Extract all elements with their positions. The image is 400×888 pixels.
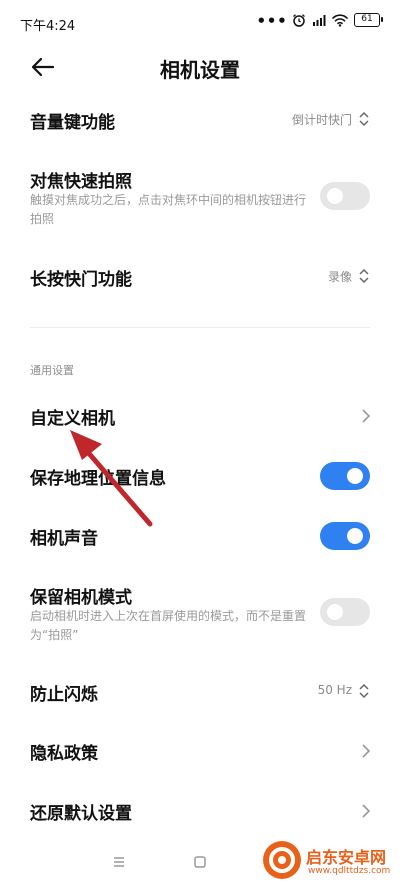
setting-custom-camera[interactable]: 自定义相机 <box>0 394 400 438</box>
chevron-right-icon <box>362 804 370 818</box>
setting-label: 隐私政策 <box>30 744 98 764</box>
setting-long-press-shutter[interactable]: 长按快门功能 录像 <box>0 255 400 299</box>
updown-chevron-icon <box>359 111 369 127</box>
alarm-icon <box>293 14 305 27</box>
setting-privacy-policy[interactable]: 隐私政策 <box>0 729 400 773</box>
setting-restore-defaults[interactable]: 还原默认设置 <box>0 789 400 833</box>
status-bar: 下午4:24 ● ● ● 61 <box>0 0 400 44</box>
save-location-toggle[interactable] <box>320 462 370 490</box>
setting-camera-sound[interactable]: 相机声音 <box>0 514 400 558</box>
setting-save-location[interactable]: 保存地理位置信息 <box>0 454 400 498</box>
section-divider <box>30 327 370 328</box>
setting-volume-key[interactable]: 音量键功能 倒计时快门 <box>0 96 400 142</box>
focus-shoot-toggle[interactable] <box>320 182 370 210</box>
setting-description: 启动相机时进入上次在首屏使用的模式，而不是重置为“拍照” <box>30 609 307 642</box>
header: 相机设置 <box>0 44 400 88</box>
setting-label: 保存地理位置信息 <box>30 469 166 489</box>
toggle-knob <box>327 604 343 620</box>
section-label-general: 通用设置 <box>30 364 74 377</box>
setting-keep-camera-mode[interactable]: 保留相机模式 启动相机时进入上次在首屏使用的模式，而不是重置为“拍照” <box>0 578 400 650</box>
setting-label: 防止闪烁 <box>30 685 98 705</box>
toggle-knob <box>347 528 363 544</box>
setting-value: 倒计时快门 <box>291 113 352 127</box>
updown-chevron-icon <box>359 268 369 284</box>
setting-label: 对焦快速拍照 <box>30 172 132 192</box>
setting-label: 自定义相机 <box>30 409 115 429</box>
updown-chevron-icon <box>359 683 369 699</box>
page-title: 相机设置 <box>160 58 240 82</box>
setting-label: 相机声音 <box>30 529 98 549</box>
chevron-right-icon <box>362 409 370 423</box>
setting-label: 还原默认设置 <box>30 804 132 824</box>
battery-icon: 61 <box>354 13 383 27</box>
status-time: 下午4:24 <box>20 19 76 34</box>
signal-dots-icon: ● ● ● <box>258 16 286 24</box>
watermark-logo-icon <box>263 841 301 879</box>
setting-focus-quick-shoot[interactable]: 对焦快速拍照 触摸对焦成功之后，点击对焦环中间的相机按钮进行拍照 <box>0 162 400 234</box>
watermark-url: www.qdlttdzs.com <box>308 866 391 876</box>
keep-mode-toggle[interactable] <box>320 598 370 626</box>
setting-value: 录像 <box>327 270 352 284</box>
toggle-knob <box>327 188 343 204</box>
setting-description: 触摸对焦成功之后，点击对焦环中间的相机按钮进行拍照 <box>30 193 307 226</box>
chevron-right-icon <box>362 744 370 758</box>
watermark: 启东安卓网 www.qdlttdzs.com <box>262 838 394 884</box>
toggle-knob <box>347 468 363 484</box>
home-icon[interactable] <box>193 855 207 869</box>
setting-label: 保留相机模式 <box>30 588 132 608</box>
setting-anti-flicker[interactable]: 防止闪烁 50 Hz <box>0 670 400 714</box>
menu-icon[interactable] <box>112 855 126 869</box>
wifi-icon <box>332 14 348 27</box>
hd-signal-icon <box>313 15 326 26</box>
camera-sound-toggle[interactable] <box>320 522 370 550</box>
status-icons: ● ● ● 61 <box>258 13 383 27</box>
setting-label: 长按快门功能 <box>30 270 132 290</box>
setting-label: 音量键功能 <box>30 113 115 133</box>
watermark-name: 启东安卓网 <box>306 848 387 867</box>
setting-value: 50 Hz <box>317 683 352 697</box>
